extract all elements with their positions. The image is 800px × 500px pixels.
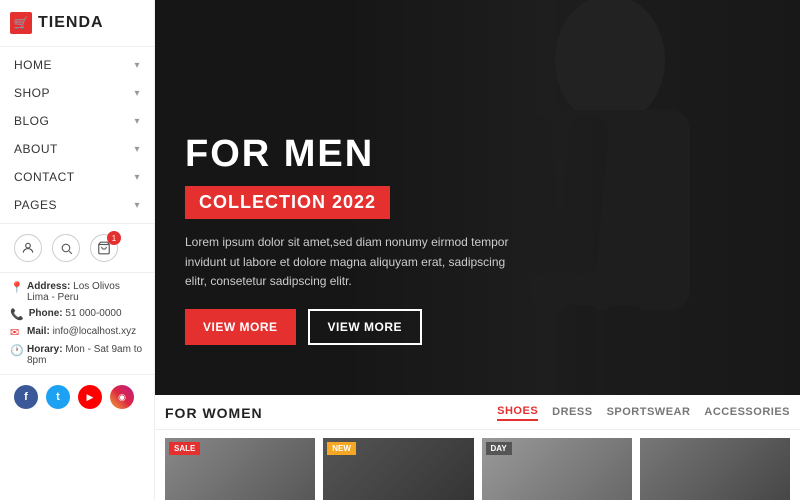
address-icon: 📍 — [10, 281, 22, 294]
nav-item-about[interactable]: ABOUT ▾ — [0, 135, 154, 163]
product-thumb-3[interactable]: DAY — [482, 438, 632, 500]
hero-collection-badge: COLLECTION 2022 — [185, 186, 390, 219]
nav-item-contact[interactable]: CONTACT ▾ — [0, 163, 154, 191]
product-thumb-4[interactable] — [640, 438, 790, 500]
youtube-icon[interactable]: ▶ — [78, 385, 102, 409]
search-icon-button[interactable] — [52, 234, 80, 262]
cart-badge: 1 — [107, 231, 121, 245]
mail-row: ✉ Mail: info@localhost.xyz — [10, 326, 144, 339]
chevron-down-icon: ▾ — [134, 144, 140, 155]
hero-view-more-button-1[interactable]: VIEW MORE — [185, 309, 296, 345]
tab-sportswear[interactable]: SPORTSWEAR — [607, 406, 691, 420]
main-content: FOR MEN COLLECTION 2022 Lorem ipsum dolo… — [155, 0, 800, 500]
product-thumb-1[interactable]: SALE — [165, 438, 315, 500]
logo-area: 🛒 TIENDA — [0, 0, 154, 47]
hero-buttons: VIEW MORE VIEW MORE — [185, 309, 525, 345]
section-title: FOR WOMEN — [165, 405, 263, 421]
instagram-icon[interactable]: ◉ — [110, 385, 134, 409]
product-row: SALE NEW DAY — [155, 430, 800, 500]
women-section: FOR WOMEN SHOES DRESS SPORTSWEAR ACCESSO… — [155, 395, 800, 500]
sale-badge-1: SALE — [169, 442, 200, 455]
tab-accessories[interactable]: ACCESSORIES — [704, 406, 790, 420]
hero-content: FOR MEN COLLECTION 2022 Lorem ipsum dolo… — [185, 133, 525, 345]
nav-item-blog[interactable]: BLOG ▾ — [0, 107, 154, 135]
logo-icon: 🛒 — [10, 12, 32, 34]
nav-item-pages[interactable]: PAGES ▾ — [0, 191, 154, 219]
product-thumb-2[interactable]: NEW — [323, 438, 473, 500]
nav-item-shop[interactable]: SHOP ▾ — [0, 79, 154, 107]
mail-icon: ✉ — [10, 326, 22, 339]
nav-item-home[interactable]: HOME ▾ — [0, 51, 154, 79]
twitter-icon[interactable]: t — [46, 385, 70, 409]
chevron-down-icon: ▾ — [134, 172, 140, 183]
chevron-down-icon: ▾ — [134, 200, 140, 211]
chevron-down-icon: ▾ — [134, 116, 140, 127]
category-tabs: SHOES DRESS SPORTSWEAR ACCESSORIES — [497, 405, 790, 421]
section-header: FOR WOMEN SHOES DRESS SPORTSWEAR ACCESSO… — [155, 405, 800, 430]
logo-text: TIENDA — [38, 14, 104, 32]
tab-dress[interactable]: DRESS — [552, 406, 592, 420]
chevron-down-icon: ▾ — [134, 60, 140, 71]
social-bar: f t ▶ ◉ — [0, 375, 154, 419]
new-badge-2: NEW — [327, 442, 356, 455]
horary-row: 🕐 Horary: Mon - Sat 9am to 8pm — [10, 344, 144, 366]
hero-description: Lorem ipsum dolor sit amet,sed diam nonu… — [185, 233, 525, 291]
user-icon-button[interactable] — [14, 234, 42, 262]
address-row: 📍 Address: Los Olivos Lima - Peru — [10, 281, 144, 303]
contact-info-block: 📍 Address: Los Olivos Lima - Peru 📞 Phon… — [0, 273, 154, 375]
facebook-icon[interactable]: f — [14, 385, 38, 409]
phone-icon: 📞 — [10, 308, 24, 321]
icon-bar: 1 — [0, 224, 154, 273]
hero-banner: FOR MEN COLLECTION 2022 Lorem ipsum dolo… — [155, 0, 800, 395]
nav-menu: HOME ▾ SHOP ▾ BLOG ▾ ABOUT ▾ CONTACT ▾ P… — [0, 47, 154, 224]
cart-icon-button[interactable]: 1 — [90, 234, 118, 262]
day-badge-3: DAY — [486, 442, 512, 455]
phone-row: 📞 Phone: 51 000-0000 — [10, 308, 144, 321]
chevron-down-icon: ▾ — [134, 88, 140, 99]
clock-icon: 🕐 — [10, 344, 22, 357]
hero-title: FOR MEN — [185, 133, 525, 176]
hero-view-more-button-2[interactable]: VIEW MORE — [308, 309, 423, 345]
tab-shoes[interactable]: SHOES — [497, 405, 538, 421]
sidebar: 🛒 TIENDA HOME ▾ SHOP ▾ BLOG ▾ ABOUT ▾ CO… — [0, 0, 155, 500]
